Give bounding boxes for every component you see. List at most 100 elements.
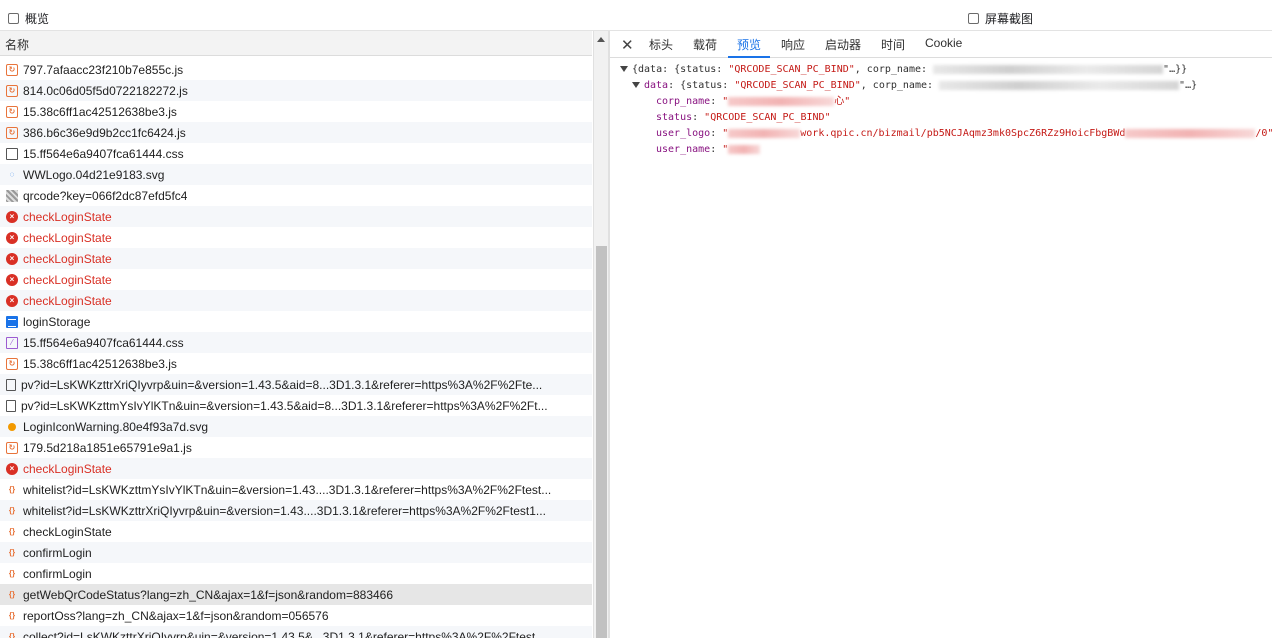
file-icon xyxy=(6,399,16,412)
request-name: checkLoginState xyxy=(23,209,112,224)
tab-payload[interactable]: 载荷 xyxy=(693,36,717,53)
checkbox-box[interactable] xyxy=(968,13,979,24)
request-row[interactable]: ↻ 814.0c06d05f5d0722182272.js xyxy=(0,80,592,101)
fetch-icon: {} xyxy=(8,631,16,638)
name-column-label: 名称 xyxy=(5,38,30,52)
request-row[interactable]: loginStorage xyxy=(0,311,592,332)
request-name: whitelist?id=LsKWKzttmYsIvYlKTn&uin=&ver… xyxy=(23,482,552,497)
error-icon: × xyxy=(6,294,18,307)
request-name: 15.ff564e6a9407fca61444.css xyxy=(23,146,184,161)
request-row[interactable]: × checkLoginState xyxy=(0,206,592,227)
active-tab-indicator xyxy=(728,56,770,58)
request-row[interactable]: {} collect?id=LsKWKzttrXriQIyvrp&uin=&ver… xyxy=(0,626,592,638)
request-row[interactable]: ↻ 797.7afaacc23f210b7e855c.js xyxy=(0,59,592,80)
redacted-value xyxy=(728,144,761,154)
request-name: WWLogo.04d21e9183.svg xyxy=(23,167,165,182)
request-row[interactable]: qrcode?key=066f2dc87efd5fc4 xyxy=(0,185,592,206)
request-row[interactable]: {} whitelist?id=LsKWKzttrXriQIyvrp&uin=&v… xyxy=(0,500,592,521)
request-row[interactable]: {} confirmLogin xyxy=(0,563,592,584)
preview-user-logo: user_logo: " work.qpic.cn/bizmail/pb5NCJA… xyxy=(656,128,1272,139)
request-row[interactable]: ↻ 15.38c6ff1ac42512638be3.js xyxy=(0,101,592,122)
tab-preview[interactable]: 预览 xyxy=(737,36,761,53)
screenshot-label: 屏幕截图 xyxy=(985,12,1034,26)
detail-tab-bar: ✕ 标头 载荷 预览 响应 启动器 时间 Cookie xyxy=(610,31,1272,58)
request-name: checkLoginState xyxy=(23,293,112,308)
css-file-icon xyxy=(6,147,18,160)
request-name: pv?id=LsKWKzttmYsIvYlKTn&uin=&version=1.… xyxy=(21,398,548,413)
request-name: checkLoginState xyxy=(23,461,112,476)
request-row[interactable]: × checkLoginState xyxy=(0,458,592,479)
request-row[interactable]: {} checkLoginState xyxy=(0,521,592,542)
overview-checkbox[interactable]: 概览 xyxy=(8,10,49,27)
request-name: confirmLogin xyxy=(23,566,92,581)
request-row[interactable]: ↻ 179.5d218a1851e65791e9a1.js xyxy=(0,437,592,458)
request-row[interactable]: × checkLoginState xyxy=(0,248,592,269)
request-name: getWebQrCodeStatus?lang=zh_CN&ajax=1&f=j… xyxy=(23,587,394,602)
tab-initiator[interactable]: 启动器 xyxy=(825,36,861,53)
request-row[interactable]: pv?id=LsKWKzttrXriQIyvrp&uin=&version=1.… xyxy=(0,374,592,395)
request-row[interactable]: ⁄ 15.ff564e6a9407fca61444.css xyxy=(0,332,592,353)
preview-root-line[interactable]: {data: {status: "QRCODE_SCAN_PC_BIND", c… xyxy=(620,62,1187,78)
request-row[interactable]: pv?id=LsKWKzttmYsIvYlKTn&uin=&version=1.… xyxy=(0,395,592,416)
request-name: checkLoginState xyxy=(23,230,112,245)
close-icon[interactable]: ✕ xyxy=(621,36,634,54)
fetch-icon: {} xyxy=(8,484,16,494)
error-icon: × xyxy=(6,273,18,286)
tab-cookie[interactable]: Cookie xyxy=(925,36,962,50)
js-file-icon: ↻ xyxy=(6,84,18,97)
request-row[interactable]: {} getWebQrCodeStatus?lang=zh_CN&ajax=1&f… xyxy=(0,584,592,605)
request-row[interactable]: 15.ff564e6a9407fca61444.css xyxy=(0,143,592,164)
tab-headers[interactable]: 标头 xyxy=(649,36,673,53)
redacted-value xyxy=(1125,128,1256,138)
error-icon: × xyxy=(6,210,18,223)
request-row[interactable]: {} confirmLogin xyxy=(0,542,592,563)
request-detail-panel: ✕ 标头 载荷 预览 响应 启动器 时间 Cookie {data: {stat… xyxy=(610,31,1272,638)
scroll-up-arrow-icon[interactable] xyxy=(597,37,605,42)
request-row[interactable]: ◌ WWLogo.04d21e9183.svg xyxy=(0,164,592,185)
request-row[interactable]: LoginIconWarning.80e4f93a7d.svg xyxy=(0,416,592,437)
expand-triangle-icon[interactable] xyxy=(632,82,640,88)
request-row[interactable]: × checkLoginState xyxy=(0,269,592,290)
request-row[interactable]: ↻ 15.38c6ff1ac42512638be3.js xyxy=(0,353,592,374)
js-file-icon: ↻ xyxy=(6,357,18,370)
request-name: checkLoginState xyxy=(23,272,112,287)
redacted-value xyxy=(728,96,835,106)
tab-timing[interactable]: 时间 xyxy=(881,36,905,53)
tab-response[interactable]: 响应 xyxy=(781,36,805,53)
redacted-value xyxy=(933,64,1164,74)
scrollbar-thumb[interactable] xyxy=(596,246,607,638)
preview-corp-name: corp_name: " 心" xyxy=(656,96,851,107)
request-name: 15.38c6ff1ac42512638be3.js xyxy=(23,356,177,371)
request-row[interactable]: × checkLoginState xyxy=(0,227,592,248)
js-file-icon: ↻ xyxy=(6,441,18,454)
name-column-header[interactable]: 名称 xyxy=(0,31,592,56)
fetch-icon: {} xyxy=(8,547,16,557)
request-row[interactable]: × checkLoginState xyxy=(0,290,592,311)
request-name: 814.0c06d05f5d0722182272.js xyxy=(23,83,188,98)
error-icon: × xyxy=(6,231,18,244)
request-name: whitelist?id=LsKWKzttrXriQIyvrp&uin=&ver… xyxy=(23,503,546,518)
request-row[interactable]: {} whitelist?id=LsKWKzttmYsIvYlKTn&uin=&v… xyxy=(0,479,592,500)
request-list-scrollbar[interactable] xyxy=(593,31,608,638)
svg-image-icon: ◌ xyxy=(9,169,15,179)
expand-triangle-icon[interactable] xyxy=(620,66,628,72)
request-row[interactable]: ↻ 386.b6c36e9d9b2cc1fc6424.js xyxy=(0,122,592,143)
document-icon xyxy=(6,315,18,328)
fetch-icon: {} xyxy=(8,589,16,599)
request-name: 15.38c6ff1ac42512638be3.js xyxy=(23,104,177,119)
request-row[interactable]: {} reportOss?lang=zh_CN&ajax=1&f=json&ran… xyxy=(0,605,592,626)
preview-data-line[interactable]: data: {status: "QRCODE_SCAN_PC_BIND", co… xyxy=(632,78,1197,94)
screenshot-checkbox[interactable]: 屏幕截图 xyxy=(968,10,1033,27)
fetch-icon: {} xyxy=(8,526,16,536)
request-name: 179.5d218a1851e65791e9a1.js xyxy=(23,440,192,455)
image-icon xyxy=(6,189,18,202)
request-name: checkLoginState xyxy=(23,251,112,266)
request-name: loginStorage xyxy=(23,314,91,329)
stylesheet-icon: ⁄ xyxy=(6,336,18,349)
fetch-icon: {} xyxy=(8,505,16,515)
file-icon xyxy=(6,378,16,391)
checkbox-box[interactable] xyxy=(8,13,19,24)
request-name: 797.7afaacc23f210b7e855c.js xyxy=(23,62,184,77)
fetch-icon: {} xyxy=(8,610,16,620)
warning-dot-icon xyxy=(8,422,16,431)
